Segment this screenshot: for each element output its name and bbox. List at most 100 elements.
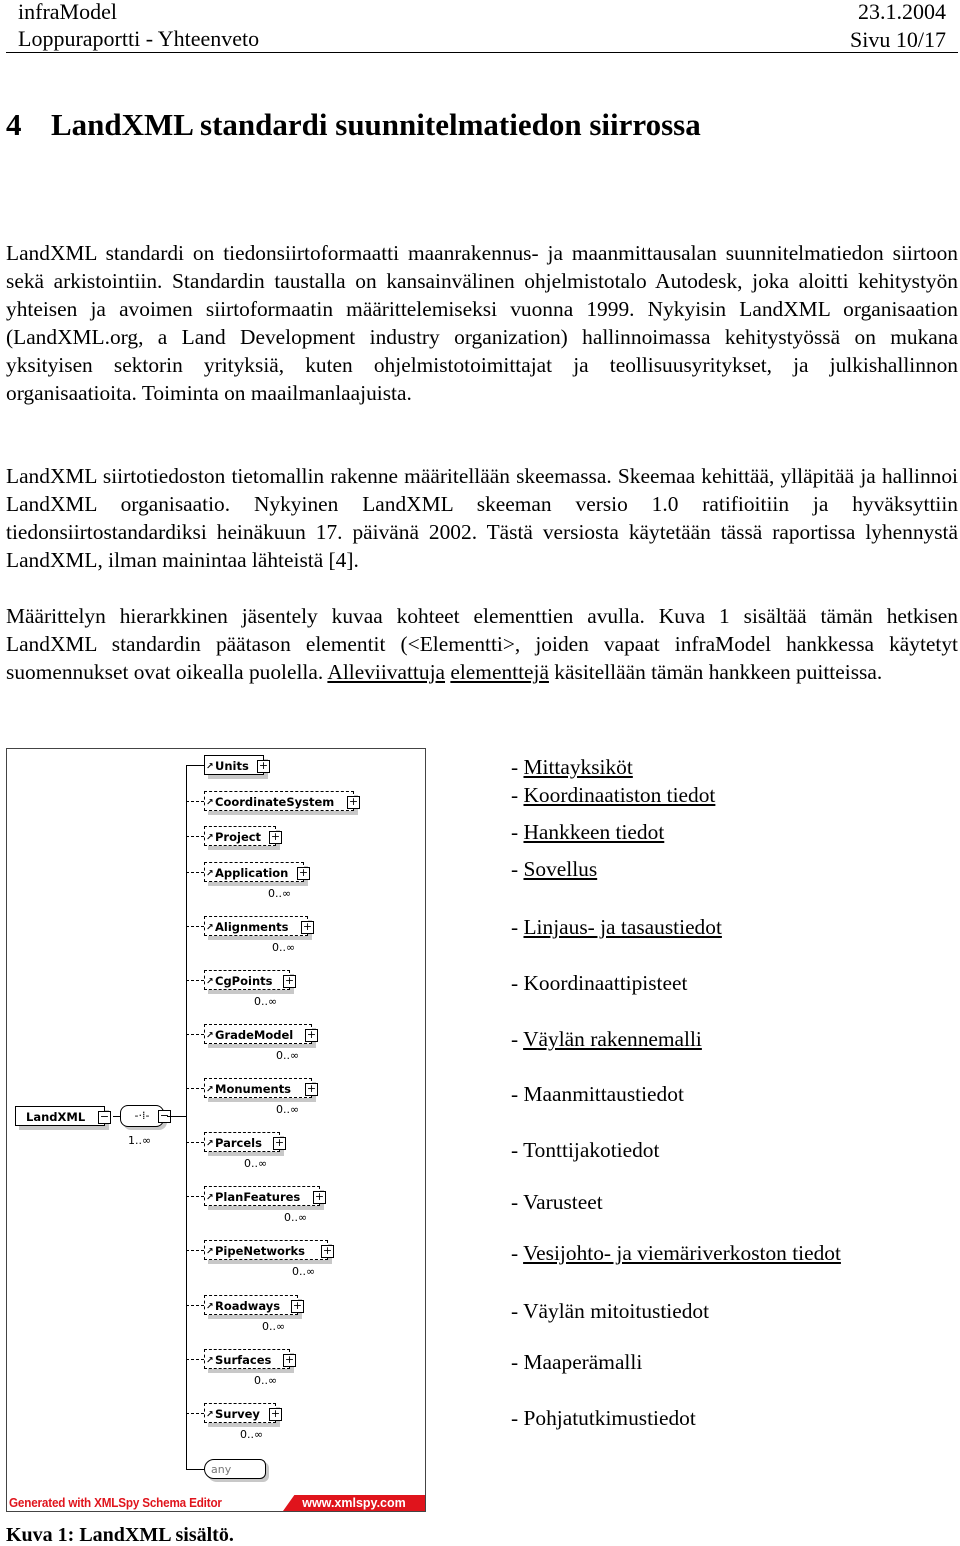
element-cardinality: 0..∞ xyxy=(244,1157,268,1170)
root-element-node: LandXML − xyxy=(15,1106,111,1126)
translation-text: Maaperämalli xyxy=(523,1350,643,1374)
element-label: CoordinateSystem xyxy=(215,795,335,809)
element-translation: - Linjaus- ja tasaustiedot xyxy=(511,915,722,939)
element-cardinality: 0..∞ xyxy=(284,1211,308,1224)
schema-element-node: ↗ CgPoints + xyxy=(204,970,296,990)
connector xyxy=(186,1142,204,1143)
connector xyxy=(186,1359,204,1360)
reference-arrow-icon: ↗ xyxy=(206,1410,214,1420)
reference-arrow-icon: ↗ xyxy=(206,1139,214,1149)
connector xyxy=(186,1469,204,1470)
element-label: Application xyxy=(215,866,289,880)
element-label: Monuments xyxy=(215,1082,292,1096)
element-cardinality: 0..∞ xyxy=(292,1265,316,1278)
any-element-node: any xyxy=(204,1459,266,1479)
expand-icon[interactable]: + xyxy=(347,796,360,809)
underlined-text: Alleviivattuja xyxy=(327,660,446,685)
element-translation: - Koordinaattipisteet xyxy=(511,971,688,995)
element-translation: - Maaperämalli xyxy=(511,1350,643,1374)
element-label: Alignments xyxy=(215,920,289,934)
element-cardinality: 0..∞ xyxy=(254,995,278,1008)
element-label: Surfaces xyxy=(215,1353,272,1367)
translation-text: Koordinaattipisteet xyxy=(523,971,688,995)
element-cardinality: 0..∞ xyxy=(276,1049,300,1062)
schema-element-node: ↗ Alignments + xyxy=(204,916,314,936)
reference-arrow-icon: ↗ xyxy=(206,1247,214,1257)
connector xyxy=(186,1034,204,1035)
element-label: CgPoints xyxy=(215,974,273,988)
expand-icon[interactable]: + xyxy=(269,1408,282,1421)
header-date: 23.1.2004 xyxy=(858,0,946,24)
element-cardinality: 0..∞ xyxy=(254,1374,278,1387)
element-translation: - Pohjatutkimustiedot xyxy=(511,1406,696,1430)
reference-arrow-icon: ↗ xyxy=(206,1031,214,1041)
element-translation: - Väylän rakennemalli xyxy=(511,1027,702,1051)
translation-text: Koordinaatiston tiedot xyxy=(523,783,716,807)
element-label: Parcels xyxy=(215,1136,262,1150)
expand-icon[interactable]: + xyxy=(291,1300,304,1313)
reference-arrow-icon: ↗ xyxy=(206,762,214,772)
element-translation: - Koordinaatiston tiedot xyxy=(511,783,716,807)
schema-element-node: ↗ GradeModel + xyxy=(204,1024,318,1044)
reference-arrow-icon: ↗ xyxy=(206,977,214,987)
expand-icon[interactable]: + xyxy=(283,1354,296,1367)
expand-icon[interactable]: + xyxy=(283,975,296,988)
section-title: LandXML standardi suunnitelmatiedon siir… xyxy=(51,107,701,142)
expand-icon[interactable]: + xyxy=(269,831,282,844)
expand-icon[interactable]: + xyxy=(301,921,314,934)
element-translation: - Maanmittaustiedot xyxy=(511,1082,684,1106)
element-translation: - Hankkeen tiedot xyxy=(511,820,665,844)
header-page-number: Sivu 10/17 xyxy=(850,27,946,52)
translation-text: Linjaus- ja tasaustiedot xyxy=(523,915,722,939)
expand-icon[interactable]: + xyxy=(313,1191,326,1204)
connector xyxy=(186,801,204,802)
translation-text: Varusteet xyxy=(523,1190,603,1214)
expand-icon[interactable]: + xyxy=(297,867,310,880)
expand-icon[interactable]: + xyxy=(305,1083,318,1096)
connector xyxy=(186,836,204,837)
header-report-title: Loppuraportti - Yhteenveto xyxy=(18,26,260,51)
sequence-compositor-icon: -·⁞- − xyxy=(120,1105,171,1127)
element-translation: - Väylän mitoitustiedot xyxy=(511,1299,710,1323)
reference-arrow-icon: ↗ xyxy=(206,798,214,808)
element-translation: - Mittayksiköt xyxy=(511,755,633,779)
translation-text: Väylän rakennemalli xyxy=(523,1027,702,1051)
reference-arrow-icon: ↗ xyxy=(206,1085,214,1095)
element-translation: - Vesijohto- ja viemäriverkoston tiedot xyxy=(511,1241,841,1265)
element-label: Survey xyxy=(215,1407,260,1421)
element-cardinality: 0..∞ xyxy=(262,1320,286,1333)
connector xyxy=(186,872,204,873)
expand-icon[interactable]: + xyxy=(257,760,270,773)
expand-icon[interactable]: + xyxy=(321,1245,334,1258)
connector xyxy=(186,926,204,927)
text: käsitellään tämän hankkeen puitteissa. xyxy=(548,660,883,685)
schema-element-node: ↗ Parcels + xyxy=(204,1132,286,1152)
element-label: Project xyxy=(215,830,262,844)
element-cardinality: 0..∞ xyxy=(272,941,296,954)
generator-text: Generated with XMLSpy Schema Editor xyxy=(9,1495,222,1510)
reference-arrow-icon: ↗ xyxy=(206,1193,214,1203)
schema-element-node: ↗ Project + xyxy=(204,826,282,846)
reference-arrow-icon: ↗ xyxy=(206,833,214,843)
translation-text: Maanmittaustiedot xyxy=(523,1082,684,1106)
schema-diagram: LandXML − -·⁞- − 1..∞ ↗ Units + ↗ CoordinateSy… xyxy=(6,748,426,1512)
connector xyxy=(186,1088,204,1089)
expand-icon[interactable]: + xyxy=(305,1029,318,1042)
element-cardinality: 0..∞ xyxy=(268,887,292,900)
translation-text: Väylän mitoitustiedot xyxy=(523,1299,710,1323)
reference-arrow-icon: ↗ xyxy=(206,923,214,933)
reference-arrow-icon: ↗ xyxy=(206,869,214,879)
schema-element-node: ↗ Roadways + xyxy=(204,1295,304,1315)
element-cardinality: 0..∞ xyxy=(240,1428,264,1441)
expand-icon[interactable]: + xyxy=(273,1137,286,1150)
element-translation: - Tonttijakotiedot xyxy=(511,1138,660,1162)
collapse-icon: − xyxy=(98,1110,111,1124)
element-translation: - Varusteet xyxy=(511,1190,603,1214)
schema-element-node: ↗ Application + xyxy=(204,862,310,882)
underlined-text: elementtejä xyxy=(450,660,549,685)
generator-banner: Generated with XMLSpy Schema Editor www.… xyxy=(7,1493,425,1511)
schema-element-node: ↗ CoordinateSystem + xyxy=(204,791,360,811)
figure-caption: Kuva 1: LandXML sisältö. xyxy=(6,1524,234,1546)
connector xyxy=(186,1413,204,1414)
schema-element-node: ↗ Surfaces + xyxy=(204,1349,296,1369)
